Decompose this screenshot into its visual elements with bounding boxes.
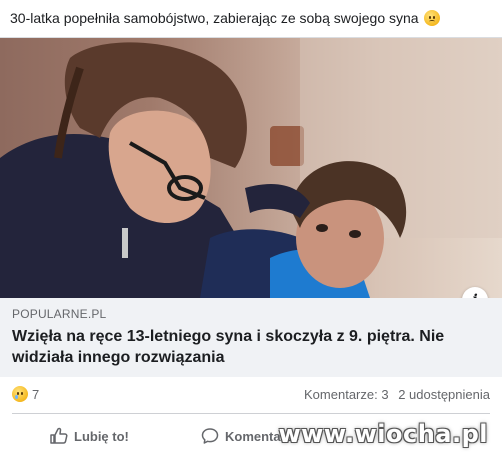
- link-preview-image[interactable]: i: [0, 38, 502, 298]
- link-meta[interactable]: POPULARNE.PL Wzięła na ręce 13-letniego …: [0, 298, 502, 377]
- stats-right: Komentarze: 3 2 udostępnienia: [298, 387, 490, 402]
- link-preview-card[interactable]: i POPULARNE.PL Wzięła na ręce 13-letnieg…: [0, 37, 502, 377]
- post-text: 30-latka popełniła samobójstwo, zabieraj…: [10, 9, 498, 27]
- like-label: Lubię to!: [74, 428, 129, 444]
- sad-reaction-icon[interactable]: [12, 386, 28, 402]
- post-stats: 7 Komentarze: 3 2 udostępnienia: [0, 383, 502, 405]
- reaction-count[interactable]: 7: [32, 387, 39, 402]
- link-title[interactable]: Wzięła na ręce 13-letniego syna i skoczy…: [12, 326, 482, 368]
- post-text-content: 30-latka popełniła samobójstwo, zabieraj…: [10, 10, 419, 26]
- like-button[interactable]: Lubię to!: [50, 418, 129, 454]
- comment-count[interactable]: Komentarze: 3: [304, 387, 389, 402]
- sad-face-icon: [424, 10, 441, 26]
- watermark: www.wiocha.pl: [278, 420, 488, 448]
- photo-illustration: [0, 38, 502, 298]
- thumbs-up-icon: [50, 427, 68, 444]
- divider: [12, 413, 490, 414]
- share-count[interactable]: 2 udostępnienia: [398, 387, 490, 402]
- comment-icon: [201, 428, 219, 444]
- link-domain: POPULARNE.PL: [12, 307, 107, 321]
